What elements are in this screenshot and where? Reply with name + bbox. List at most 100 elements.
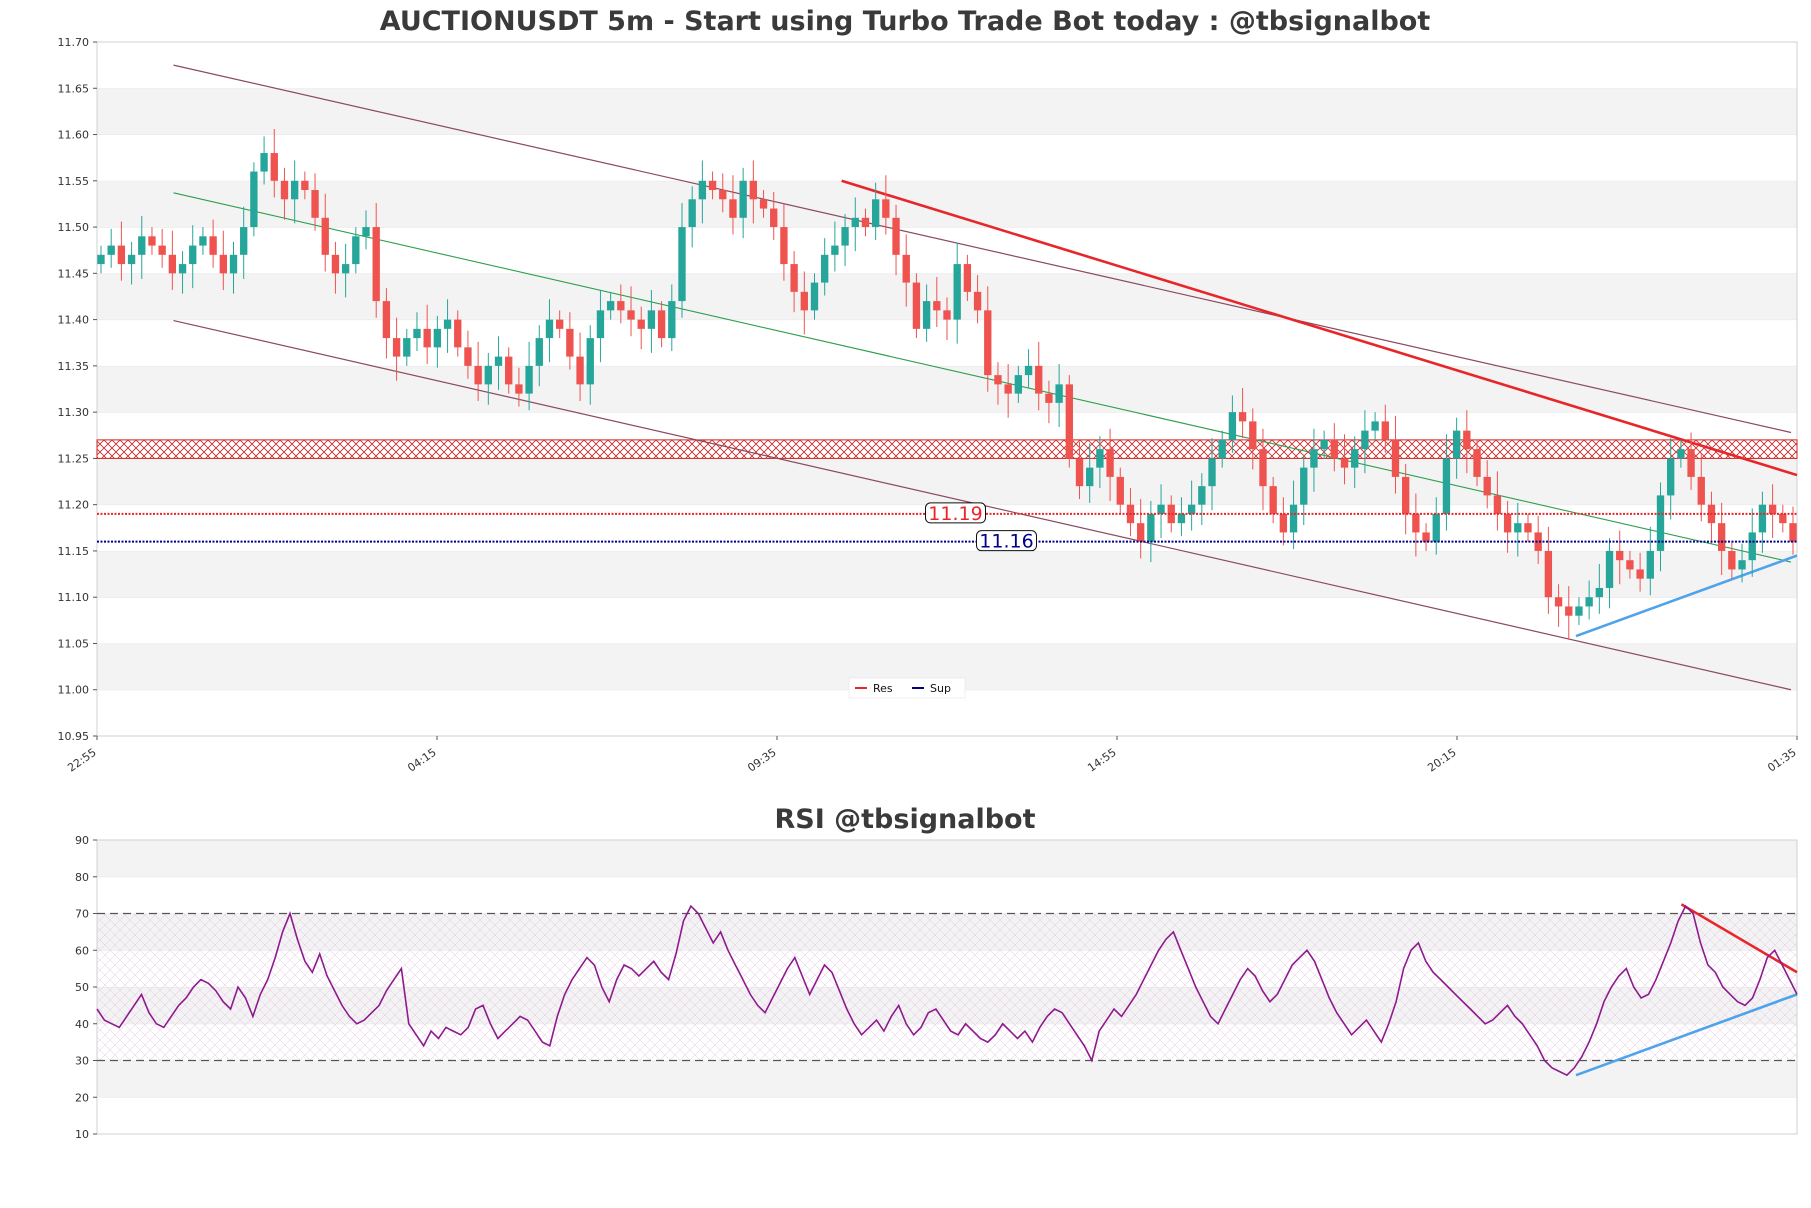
chart-figure: AUCTIONUSDT 5m - Start using Turbo Trade… — [0, 0, 1811, 1208]
candle-down — [464, 347, 472, 366]
candle-down — [1279, 513, 1288, 533]
candle-up — [1208, 458, 1216, 487]
candle-up — [240, 227, 248, 255]
candle-up — [535, 338, 543, 366]
candle-up — [739, 180, 747, 218]
candle-up — [1198, 486, 1206, 505]
candle-down — [392, 338, 401, 357]
candle-down — [372, 227, 380, 302]
y-tick-label: 20 — [75, 1091, 89, 1104]
candle-down — [627, 310, 635, 320]
grid-band — [97, 134, 1797, 181]
candle-down — [1503, 513, 1512, 533]
candle-down — [505, 356, 513, 385]
candle-down — [576, 356, 584, 385]
candle-down — [1422, 532, 1430, 542]
candle-up — [290, 180, 299, 200]
candle-up — [1646, 550, 1654, 579]
candle-down — [1238, 412, 1247, 422]
candle-down — [1768, 504, 1777, 514]
candle-down — [963, 264, 972, 292]
y-tick-label: 11.00 — [58, 684, 90, 697]
resistance-zone — [96, 439, 1798, 459]
candle-down — [759, 199, 768, 209]
y-tick-label: 11.65 — [58, 82, 90, 95]
level-label-sup: 11.16 — [979, 531, 1033, 553]
y-tick-label: 11.60 — [58, 129, 90, 142]
x-tick-label: 09:35 — [745, 746, 778, 775]
level-label-res: 11.19 — [928, 503, 982, 525]
legend-label: Sup — [930, 682, 951, 695]
x-tick-label: 22:55 — [65, 746, 98, 775]
candle-down — [1065, 384, 1073, 459]
y-tick-label: 11.45 — [58, 267, 90, 280]
candle-down — [902, 254, 910, 283]
candle-down — [637, 319, 645, 329]
candle-down — [1717, 523, 1726, 551]
candle-down — [331, 254, 340, 274]
y-tick-label: 11.70 — [58, 36, 90, 49]
candle-up — [545, 319, 554, 339]
x-tick-label: 04:15 — [405, 746, 438, 775]
candle-up — [97, 254, 105, 265]
candle-down — [1524, 523, 1532, 533]
candle-up — [1452, 430, 1461, 459]
grid-band — [97, 550, 1797, 598]
candle-up — [851, 217, 859, 228]
candle-down — [1116, 476, 1124, 505]
candle-up — [433, 328, 442, 348]
grid-band — [97, 180, 1797, 228]
candle-down — [454, 319, 462, 348]
y-tick-label: 11.05 — [58, 637, 90, 650]
candle-down — [280, 180, 289, 200]
candle-up — [1575, 606, 1583, 616]
candle-up — [831, 245, 839, 255]
candle-down — [790, 264, 798, 292]
candle-down — [1269, 486, 1277, 514]
candle-up — [688, 199, 696, 228]
candle-down — [1381, 421, 1389, 440]
candle-down — [1616, 550, 1624, 561]
candle-up — [403, 338, 411, 357]
candle-up — [494, 356, 503, 366]
candle-down — [474, 365, 482, 385]
candle-up — [484, 365, 492, 385]
price-y-axis: 10.95 11.00 11.05 11.10 11.15 11.20 11.25 11.30… — [58, 36, 97, 743]
y-tick-label: 11.10 — [58, 591, 90, 604]
candle-up — [1361, 430, 1369, 450]
candle-down — [933, 301, 941, 311]
candle-up — [1086, 467, 1094, 487]
candle-down — [882, 199, 890, 218]
candle-up — [1758, 504, 1767, 533]
candle-down — [1473, 449, 1481, 477]
y-tick-label: 50 — [75, 981, 89, 994]
rsi-y-axis: 10 20 30 40 50 60 70 80 90 — [75, 834, 97, 1141]
candle-down — [1565, 606, 1573, 616]
candle-up — [1024, 365, 1033, 376]
candle-up — [189, 245, 197, 265]
chart-canvas: AUCTIONUSDT 5m - Start using Turbo Trade… — [58, 6, 1799, 1141]
candle-down — [382, 301, 391, 339]
candle-down — [1728, 550, 1736, 570]
candle-up — [525, 365, 533, 394]
candle-down — [1687, 449, 1695, 477]
candle-down — [158, 245, 166, 255]
candle-up — [586, 338, 594, 385]
candle-up — [1147, 513, 1155, 542]
candle-down — [1075, 458, 1084, 487]
candle-down — [148, 236, 156, 246]
candle-up — [413, 328, 421, 339]
candle-up — [606, 301, 615, 311]
y-tick-label: 11.50 — [58, 221, 90, 234]
candle-down — [861, 217, 870, 228]
candle-up — [1187, 504, 1196, 514]
candle-down — [321, 217, 329, 255]
candle-up — [1677, 449, 1685, 459]
grid-band — [97, 1060, 1797, 1098]
grid-band — [97, 42, 1797, 89]
candle-up — [1289, 504, 1298, 533]
candle-up — [1300, 467, 1308, 505]
candle-up — [1738, 560, 1746, 570]
candle-up — [1177, 513, 1186, 524]
price-legend: Res Sup — [848, 677, 966, 699]
